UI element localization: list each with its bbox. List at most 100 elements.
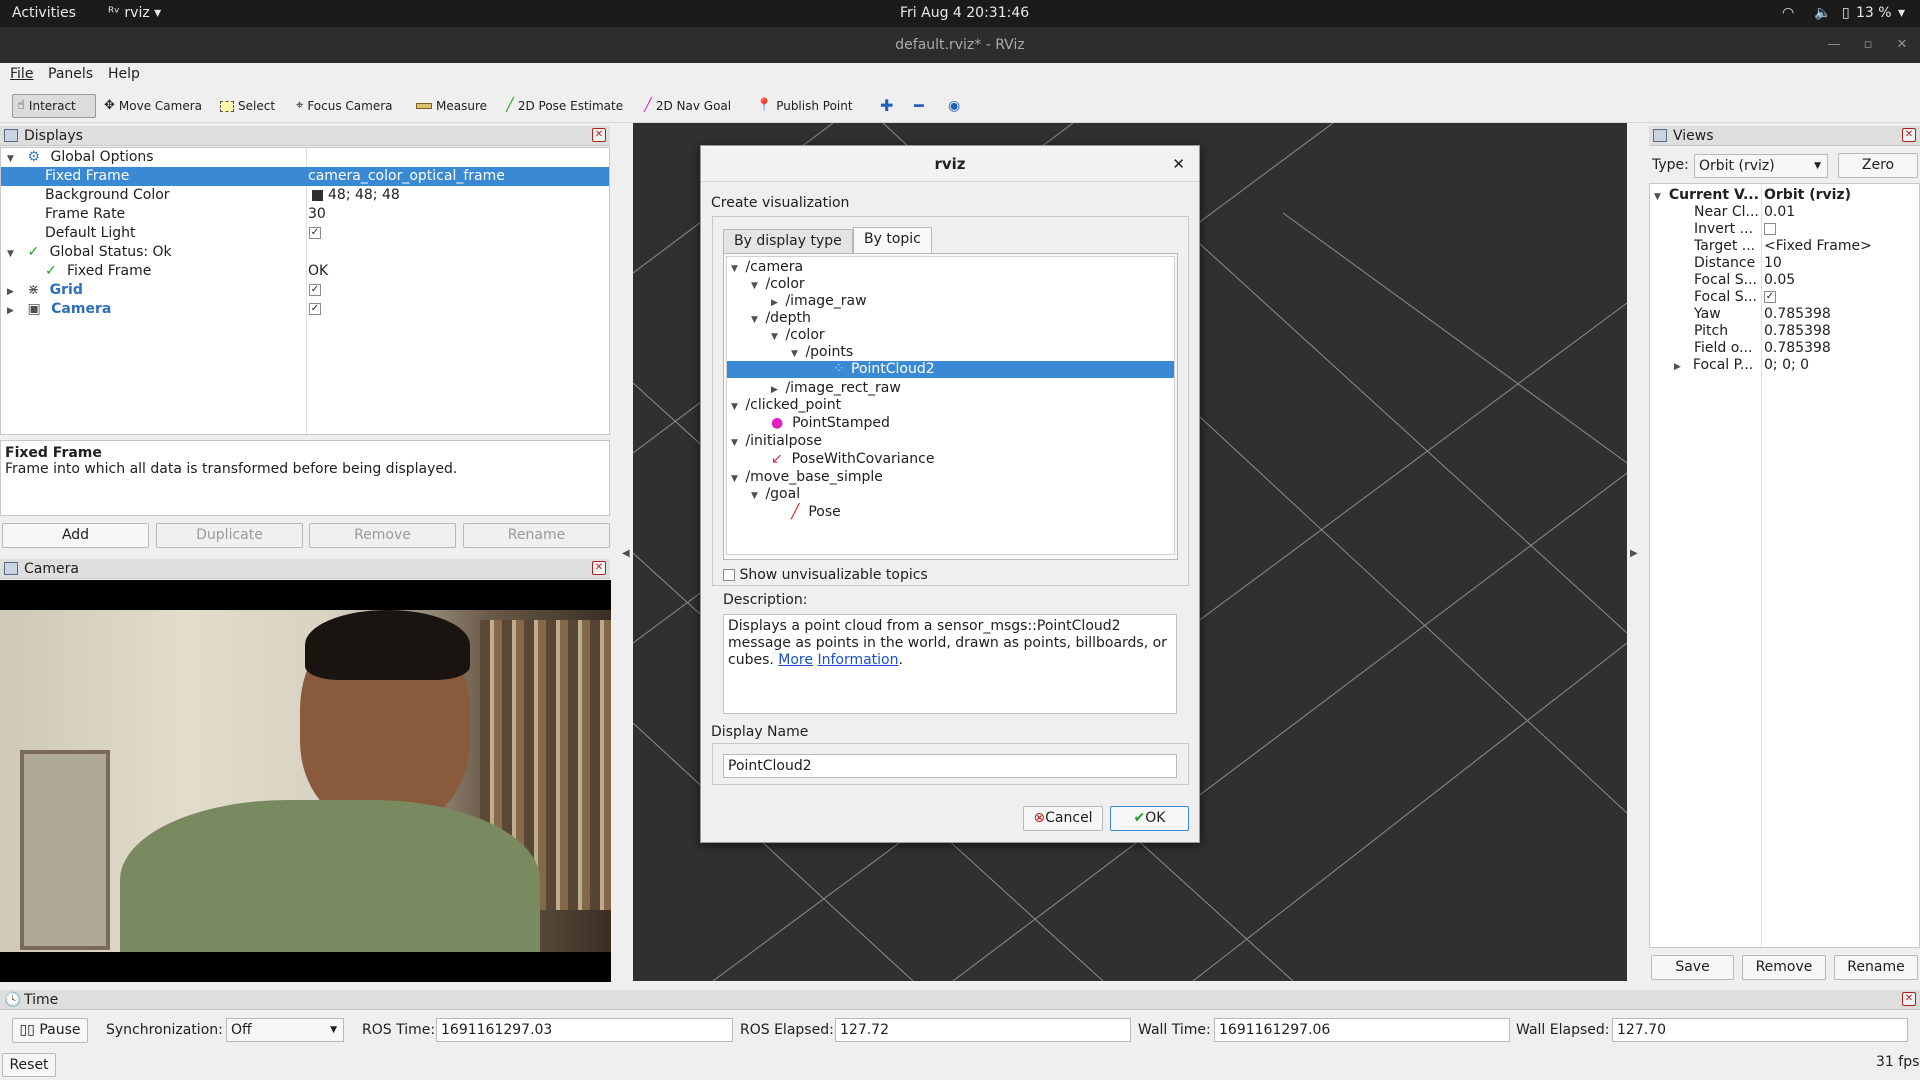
color-swatch[interactable] — [312, 190, 323, 201]
minimize-icon[interactable]: — — [1820, 27, 1848, 63]
sync-select[interactable]: Off ▼ — [226, 1018, 344, 1042]
show-unvisualizable-row[interactable]: Show unvisualizable topics — [723, 567, 928, 583]
chevron-down-icon[interactable]: ▼ — [751, 278, 761, 295]
camera-view[interactable] — [0, 580, 611, 982]
topic-pose-with-covariance[interactable]: ↙ PoseWithCovariance — [771, 451, 934, 468]
close-icon[interactable]: ✕ — [592, 561, 606, 575]
focal-point-value[interactable]: 0; 0; 0 — [1764, 356, 1809, 375]
remove-button[interactable]: Remove — [309, 523, 456, 548]
close-icon[interactable]: ✕ — [1902, 992, 1916, 1006]
interact-tool[interactable]: ☝ Interact — [12, 94, 96, 118]
chevron-right-icon[interactable]: ▶ — [1674, 358, 1684, 377]
tree-row-frame-rate[interactable]: Frame Rate 30 — [1, 205, 609, 224]
remove-tool-icon[interactable]: ━ — [910, 94, 928, 118]
menu-help[interactable]: Help — [108, 66, 140, 82]
publish-point-tool[interactable]: 📍 Publish Point — [752, 94, 857, 118]
chevron-down-icon[interactable]: ▼ — [731, 471, 741, 488]
tree-row-background-color[interactable]: Background Color 48; 48; 48 — [1, 186, 609, 205]
tree-row-global-status[interactable]: ▼ ✓ Global Status: Ok — [1, 243, 609, 262]
views-rename-button[interactable]: Rename — [1834, 955, 1918, 980]
chevron-down-icon[interactable]: ▼ — [1654, 188, 1664, 207]
app-menu[interactable]: ᴿᵛ rviz ▾ — [108, 5, 161, 21]
topic-pose[interactable]: ╱ Pose — [791, 504, 841, 521]
topic-depth[interactable]: ▼ /depth — [751, 310, 811, 327]
ros-time-field[interactable]: 1691161297.03 — [436, 1018, 733, 1042]
wifi-icon[interactable]: ◠ — [1782, 5, 1794, 21]
reset-button[interactable]: Reset — [2, 1053, 56, 1077]
tab-by-topic[interactable]: By topic — [853, 227, 932, 254]
duplicate-button[interactable]: Duplicate — [156, 523, 303, 548]
topic-image-raw[interactable]: ▶ /image_raw — [771, 293, 867, 310]
collapse-left-icon[interactable]: ◀ — [622, 548, 630, 559]
volume-icon[interactable]: 🔈 — [1814, 5, 1831, 21]
pose-estimate-tool[interactable]: ╱ 2D Pose Estimate — [502, 94, 627, 118]
grid-checkbox[interactable]: ✓ — [309, 284, 321, 296]
battery-icon[interactable]: ▯ — [1842, 5, 1850, 21]
wall-elapsed-field[interactable]: 127.70 — [1612, 1018, 1908, 1042]
focus-camera-tool[interactable]: ⌖ Focus Camera — [292, 94, 397, 118]
focal-shape-checkbox[interactable]: ✓ — [1764, 291, 1776, 303]
zero-button[interactable]: Zero — [1838, 153, 1918, 178]
topic-goal[interactable]: ▼ /goal — [751, 486, 800, 503]
tree-row-status-fixed-frame[interactable]: ✓ Fixed Frame OK — [1, 262, 609, 281]
views-save-button[interactable]: Save — [1651, 955, 1734, 980]
topic-camera-color[interactable]: ▼ /color — [751, 276, 805, 293]
topic-camera[interactable]: ▼ /camera — [731, 259, 803, 276]
eye-tool-icon[interactable]: ◉ — [944, 94, 964, 118]
chevron-down-icon[interactable]: ▼ — [751, 488, 761, 505]
tree-row-global-options[interactable]: ▼ ⚙ Global Options — [1, 148, 609, 167]
chevron-down-icon[interactable]: ▼ — [771, 329, 781, 346]
tree-row-default-light[interactable]: Default Light ✓ — [1, 224, 609, 243]
maximize-icon[interactable]: ▫ — [1854, 27, 1882, 63]
more-information-link[interactable]: More — [778, 652, 813, 668]
invert-checkbox[interactable] — [1764, 223, 1776, 235]
camera-checkbox[interactable]: ✓ — [309, 303, 321, 315]
topic-point-stamped[interactable]: ● PointStamped — [771, 415, 890, 432]
cancel-button[interactable]: ⊗Cancel — [1023, 806, 1103, 831]
chevron-down-icon[interactable]: ▼ — [751, 312, 761, 329]
chevron-down-icon[interactable]: ▼ — [731, 435, 741, 452]
system-menu-chevron-icon[interactable]: ▾ — [1898, 5, 1905, 21]
add-button[interactable]: Add — [2, 523, 149, 548]
topic-depth-color[interactable]: ▼ /color — [771, 327, 825, 344]
topic-pointcloud2-selected[interactable]: ⁘ PointCloud2 — [727, 361, 1174, 378]
chevron-down-icon[interactable]: ▼ — [731, 399, 741, 416]
ok-button[interactable]: ✔OK — [1110, 806, 1189, 831]
tree-row-fixed-frame[interactable]: Fixed Frame camera_color_optical_frame — [1, 167, 609, 186]
topic-move-base-simple[interactable]: ▼ /move_base_simple — [731, 469, 883, 486]
show-unvisualizable-checkbox[interactable] — [723, 569, 735, 581]
pause-button[interactable]: ▯▯ Pause — [12, 1018, 88, 1043]
select-tool[interactable]: Select — [216, 94, 279, 118]
views-remove-button[interactable]: Remove — [1742, 955, 1826, 980]
close-icon[interactable]: ✕ — [592, 128, 606, 142]
topic-points[interactable]: ▼ /points — [791, 344, 853, 361]
topic-image-rect-raw[interactable]: ▶ /image_rect_raw — [771, 380, 901, 397]
close-icon[interactable]: ✕ — [1172, 146, 1185, 182]
topic-initialpose[interactable]: ▼ /initialpose — [731, 433, 822, 450]
tree-row-grid[interactable]: ▶ ⋇ Grid ✓ — [1, 281, 609, 300]
chevron-down-icon[interactable]: ▼ — [731, 261, 741, 278]
wall-time-field[interactable]: 1691161297.06 — [1214, 1018, 1510, 1042]
ros-elapsed-field[interactable]: 127.72 — [835, 1018, 1131, 1042]
move-camera-tool[interactable]: ✥ Move Camera — [100, 94, 206, 118]
add-tool-icon[interactable]: ✚ — [876, 94, 897, 118]
close-icon[interactable]: ✕ — [1888, 27, 1916, 63]
more-information-link-2[interactable]: Information — [817, 652, 898, 668]
default-light-checkbox[interactable]: ✓ — [309, 227, 321, 239]
tree-row-camera[interactable]: ▶ ▣ Camera ✓ — [1, 300, 609, 319]
rename-button[interactable]: Rename — [463, 523, 610, 548]
chevron-right-icon[interactable]: ▶ — [7, 302, 17, 321]
tab-by-display-type[interactable]: By display type — [723, 229, 853, 254]
topic-clicked-point[interactable]: ▼ /clicked_point — [731, 397, 841, 414]
clock[interactable]: Fri Aug 4 20:31:46 — [900, 5, 1029, 21]
menu-panels[interactable]: Panels — [48, 66, 93, 82]
measure-tool[interactable]: Measure — [412, 94, 491, 118]
activities-button[interactable]: Activities — [12, 5, 76, 21]
close-icon[interactable]: ✕ — [1902, 128, 1916, 142]
display-name-input[interactable]: PointCloud2 — [723, 754, 1177, 778]
collapse-right-icon[interactable]: ▶ — [1630, 548, 1638, 559]
view-row-focal-point[interactable]: ▶ Focal P... — [1674, 356, 1753, 375]
menu-file[interactable]: File — [10, 66, 33, 82]
nav-goal-tool[interactable]: ╱ 2D Nav Goal — [640, 94, 735, 118]
view-type-select[interactable]: Orbit (rviz) ▼ — [1694, 154, 1828, 178]
